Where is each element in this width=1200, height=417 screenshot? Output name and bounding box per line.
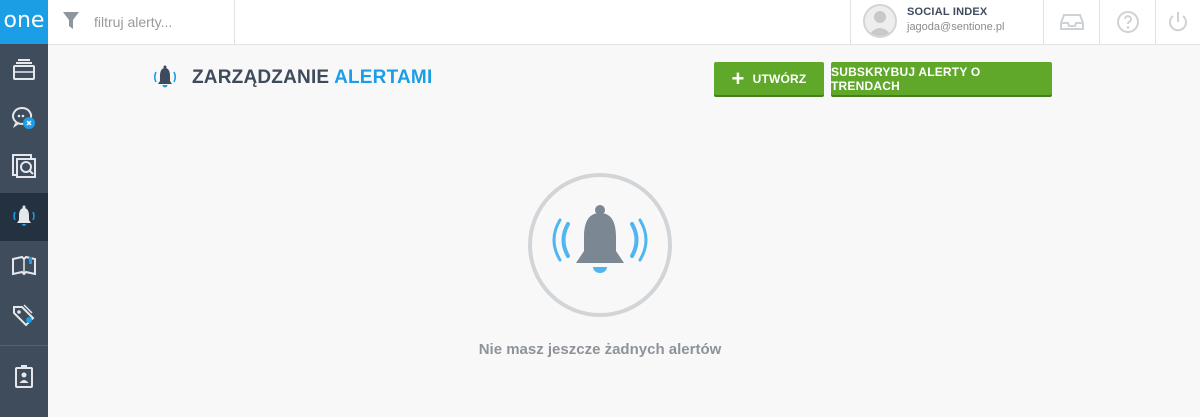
user-name: SOCIAL INDEX <box>907 6 988 18</box>
subscribe-trends-label: SUBSKRYBUJ ALERTY O TRENDACH <box>831 64 981 93</box>
page-title-main: ZARZĄDZANIE <box>192 67 330 88</box>
book-icon <box>12 255 36 276</box>
user-menu[interactable]: SOCIAL INDEX jagoda@sentione.pl <box>850 0 1043 44</box>
filter-input[interactable] <box>94 12 224 32</box>
sidebar-item-alerts[interactable] <box>0 193 48 241</box>
page-title: ZARZĄDZANIE ALERTAMI <box>192 67 432 89</box>
sidebar-item-inbox[interactable] <box>0 46 48 94</box>
create-alert-label: UTWÓRZ <box>752 71 807 86</box>
create-alert-button[interactable]: + UTWÓRZ <box>714 62 824 95</box>
empty-state-text: Nie masz jeszcze żadnych alertów <box>478 341 722 358</box>
empty-state-illustration <box>528 173 672 317</box>
chat-analysis-icon <box>12 107 35 129</box>
user-email: jagoda@sentione.pl <box>907 21 1005 33</box>
filter-box <box>48 0 235 44</box>
sidebar-item-search-results[interactable] <box>0 142 48 190</box>
empty-state-message: Nie masz jeszcze żadnych alertów <box>0 341 1200 358</box>
logout-button[interactable] <box>1155 0 1200 44</box>
subscribe-trends-button[interactable]: SUBSKRYBUJ ALERTY O TRENDACH <box>831 62 1052 95</box>
sidebar-item-chat-analysis[interactable] <box>0 94 48 142</box>
filter-icon <box>63 12 79 29</box>
help-button[interactable] <box>1099 0 1155 44</box>
bell-alert-icon <box>552 205 648 273</box>
inbox-button[interactable] <box>1043 0 1099 44</box>
power-icon <box>1169 12 1187 32</box>
sidebar-item-book[interactable] <box>0 242 48 290</box>
sidebar-item-tags[interactable] <box>0 291 48 339</box>
id-badge-icon <box>15 365 33 388</box>
bell-alert-icon <box>153 65 177 88</box>
avatar <box>863 4 897 38</box>
user-silhouette-icon <box>868 11 892 36</box>
bell-alert-icon <box>13 205 35 226</box>
inbox-icon <box>1059 14 1084 30</box>
sidebar-item-id-badge[interactable] <box>0 352 48 400</box>
page-title-accent: ALERTAMI <box>334 67 433 88</box>
help-icon <box>1116 11 1139 33</box>
inbox-stack-icon <box>13 59 35 80</box>
tags-icon <box>13 304 35 327</box>
search-results-icon <box>12 154 36 178</box>
page-header: ZARZĄDZANIE ALERTAMI <box>150 63 432 93</box>
topbar: SOCIAL INDEX jagoda@sentione.pl <box>48 0 1200 45</box>
plus-icon: + <box>731 65 745 91</box>
app-logo[interactable]: one <box>0 0 48 44</box>
